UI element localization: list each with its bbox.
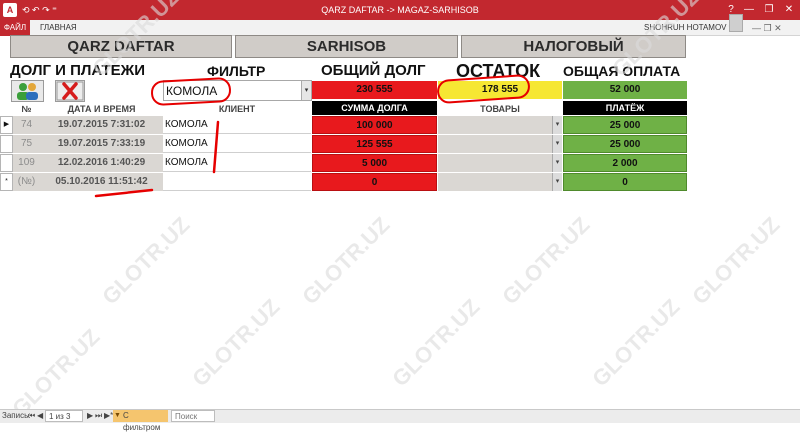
last-record-button[interactable]: ⏭ xyxy=(95,410,102,422)
prev-record-button[interactable]: ◀ xyxy=(37,410,43,422)
records-label: Запись: xyxy=(2,411,31,420)
search-input[interactable]: Поиск xyxy=(171,410,215,422)
filter-badge-label: С фильтром xyxy=(123,411,161,432)
first-record-button[interactable]: ⏮ xyxy=(28,410,35,422)
filter-toggle-button[interactable]: С фильтром xyxy=(113,410,168,432)
new-record-button[interactable]: ▶* xyxy=(104,410,113,422)
record-position-input[interactable]: 1 из 3 xyxy=(45,410,83,422)
funnel-icon: ▼ xyxy=(114,412,121,419)
next-record-button[interactable]: ▶ xyxy=(87,410,93,422)
